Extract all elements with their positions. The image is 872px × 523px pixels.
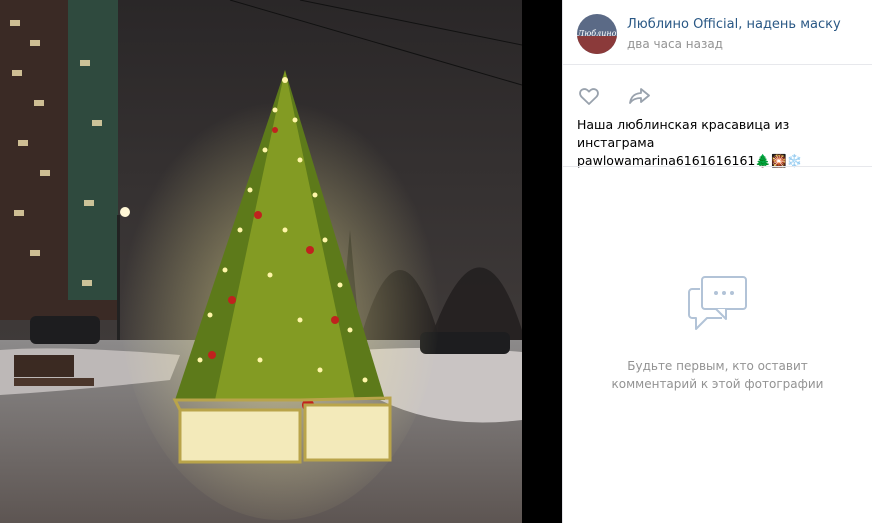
chat-bubbles-icon [687,276,747,330]
caption-line-1: Наша люблинская красавица из инстаграма [577,117,790,150]
divider [563,166,872,167]
share-button[interactable] [627,84,651,108]
avatar-image: Люблино [577,14,617,54]
comments-empty-state: Будьте первым, кто оставит комментарий к… [563,275,872,393]
author-name-link[interactable]: Люблино Official, надень маску [627,17,841,32]
photo-caption: Наша люблинская красавица из инстаграма … [577,116,863,170]
avatar-logo-text: Люблино [577,29,617,38]
share-arrow-icon [629,88,650,104]
like-button[interactable] [577,84,601,108]
photo-viewer [0,0,560,523]
photo-info-panel: Люблино Люблино Official, надень маску д… [562,0,872,523]
caption-line-2: pawlowamarina6161616161🌲🎇❄️ [577,152,863,170]
christmas-tree-photo [0,0,522,523]
empty-line-1: Будьте первым, кто оставит [627,359,808,373]
comments-empty-text: Будьте первым, кто оставит комментарий к… [563,357,872,393]
post-time[interactable]: два часа назад [627,37,723,51]
avatar[interactable]: Люблино [577,14,617,54]
post-header: Люблино Люблино Official, надень маску д… [563,0,872,65]
heart-icon [579,88,599,105]
photo-christmas-tree[interactable] [0,0,522,523]
empty-line-2: комментарий к этой фотографии [611,377,824,391]
